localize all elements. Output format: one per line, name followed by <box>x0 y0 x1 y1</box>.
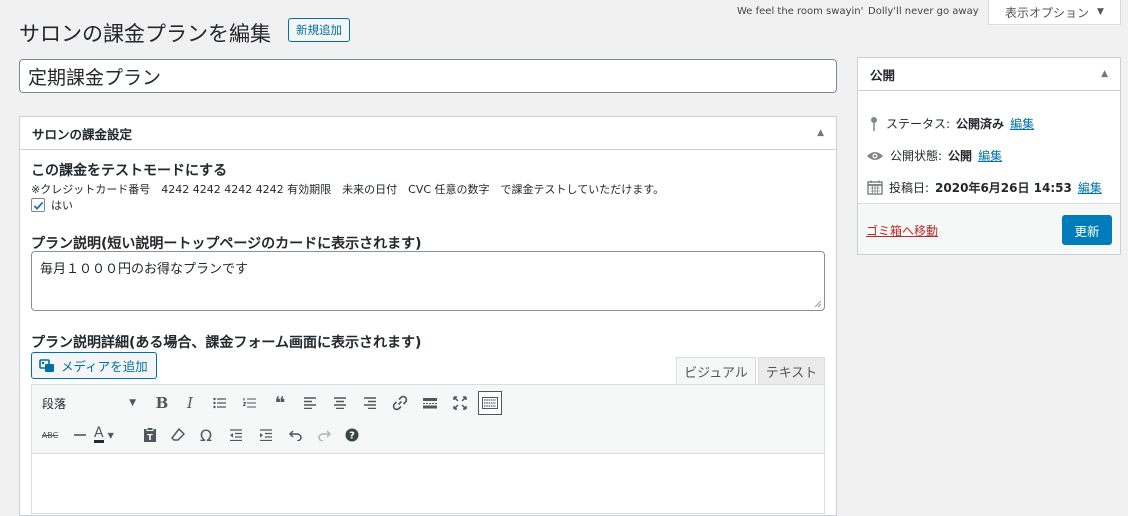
publish-actions: ゴミ箱へ移動 更新 <box>858 203 1120 254</box>
screen-options-label: 表示オプション <box>1005 5 1090 20</box>
test-mode-label: この課金をテストモードにする <box>31 163 228 179</box>
bold-icon[interactable]: B <box>150 391 174 415</box>
post-title-input[interactable]: 定期課金プラン <box>19 59 837 93</box>
outdent-icon[interactable] <box>224 423 248 447</box>
bullet-list-icon[interactable] <box>208 391 232 415</box>
clear-formatting-icon[interactable] <box>166 423 190 447</box>
paste-text-icon[interactable]: T <box>138 423 162 447</box>
resize-handle-icon[interactable] <box>814 300 822 308</box>
visibility-edit-link[interactable]: 編集 <box>978 147 1002 164</box>
special-character-icon[interactable]: Ω <box>194 423 218 447</box>
svg-text:?: ? <box>349 431 355 442</box>
tab-text[interactable]: テキスト <box>758 357 825 384</box>
visibility-row: 公開状態: 公開 編集 <box>866 147 1002 164</box>
status-row: ステータス: 公開済み 編集 <box>868 115 1034 132</box>
hello-dolly-lyric: We feel the room swayin' <box>737 6 864 17</box>
test-mode-checkbox-label: はい <box>51 199 73 212</box>
add-new-button[interactable]: 新規追加 <box>288 18 350 42</box>
svg-text:T: T <box>147 433 153 442</box>
fullscreen-icon[interactable] <box>448 391 472 415</box>
test-mode-option[interactable]: はい <box>31 197 73 213</box>
strikethrough-icon[interactable]: ABC <box>38 423 62 447</box>
visibility-label: 公開状態: <box>890 149 943 163</box>
update-button[interactable]: 更新 <box>1062 215 1112 245</box>
read-more-icon[interactable] <box>418 391 442 415</box>
date-edit-link[interactable]: 編集 <box>1078 179 1102 196</box>
settings-postbox-title: サロンの課金設定 <box>32 126 133 142</box>
date-row: 投稿日: 2020年6月26日 14:53 編集 <box>867 179 1102 196</box>
short-desc-textarea[interactable]: 毎月１０００円のお得なプランです <box>31 251 825 311</box>
numbered-list-icon[interactable] <box>238 391 262 415</box>
hello-dolly-lyric-2: Dolly'll never go away <box>868 6 979 17</box>
eye-icon <box>867 151 883 160</box>
caret-down-icon: ▼ <box>129 398 136 408</box>
publish-postbox-title: 公開 <box>870 67 896 83</box>
calendar-icon <box>867 180 883 195</box>
redo-icon[interactable] <box>312 423 336 447</box>
indent-icon[interactable] <box>254 423 278 447</box>
detail-desc-label: プラン説明詳細(ある場合、課金フォーム画面に表示されます) <box>31 335 422 351</box>
settings-postbox: サロンの課金設定 ▲ この課金をテストモードにする ※クレジットカード番号 42… <box>19 116 837 516</box>
trash-link[interactable]: ゴミ箱へ移動 <box>866 222 938 239</box>
toolbar-toggle-icon[interactable] <box>478 391 502 415</box>
date-label: 投稿日: <box>889 181 930 195</box>
text-color-icon[interactable]: A ▼ <box>94 423 132 447</box>
horizontal-line-icon[interactable] <box>68 423 92 447</box>
link-icon[interactable] <box>388 391 412 415</box>
editor-content-area[interactable] <box>31 454 825 514</box>
status-value: 公開済み <box>956 117 1005 131</box>
pin-icon <box>871 116 877 131</box>
test-mode-checkbox[interactable] <box>31 198 45 212</box>
date-value: 2020年6月26日 14:53 <box>935 181 1072 195</box>
short-desc-label: プラン説明(短い説明ートップページのカードに表示されます) <box>31 236 422 252</box>
italic-icon[interactable]: I <box>178 391 202 415</box>
settings-postbox-header[interactable]: サロンの課金設定 ▲ <box>20 117 836 150</box>
format-select[interactable]: 段落 ▼ <box>36 391 142 415</box>
caret-down-icon: ▼ <box>1097 7 1104 17</box>
add-media-label: メディアを追加 <box>61 359 148 374</box>
format-select-value: 段落 <box>42 396 67 411</box>
align-center-icon[interactable] <box>328 391 352 415</box>
blockquote-icon[interactable]: ❝ <box>268 391 292 415</box>
status-label: ステータス: <box>886 117 951 131</box>
media-icon <box>39 358 54 372</box>
add-media-button[interactable]: メディアを追加 <box>31 352 157 379</box>
publish-postbox-header[interactable]: 公開 ▲ <box>858 58 1120 91</box>
editor-toolbar: 段落 ▼ B I ❝ ABC A ▼ T Ω ? <box>31 384 825 454</box>
status-edit-link[interactable]: 編集 <box>1010 115 1034 132</box>
publish-postbox: 公開 ▲ ステータス: 公開済み 編集 公開状態: 公開 編集 投稿日: 202… <box>857 57 1121 255</box>
tab-visual[interactable]: ビジュアル <box>676 357 756 384</box>
align-left-icon[interactable] <box>298 391 322 415</box>
collapse-arrow-icon[interactable]: ▲ <box>1101 69 1108 79</box>
short-desc-value: 毎月１０００円のお得なプランです <box>40 262 249 277</box>
test-mode-note: ※クレジットカード番号 4242 4242 4242 4242 有効期限 未来の… <box>31 183 665 196</box>
help-icon[interactable]: ? <box>340 423 364 447</box>
screen-options-button[interactable]: 表示オプション ▼ <box>988 0 1121 25</box>
visibility-value: 公開 <box>948 149 973 163</box>
align-right-icon[interactable] <box>358 391 382 415</box>
page-title: サロンの課金プランを編集 <box>19 22 271 46</box>
undo-icon[interactable] <box>284 423 308 447</box>
checkmark-icon <box>33 201 43 210</box>
collapse-arrow-icon[interactable]: ▲ <box>817 128 824 138</box>
